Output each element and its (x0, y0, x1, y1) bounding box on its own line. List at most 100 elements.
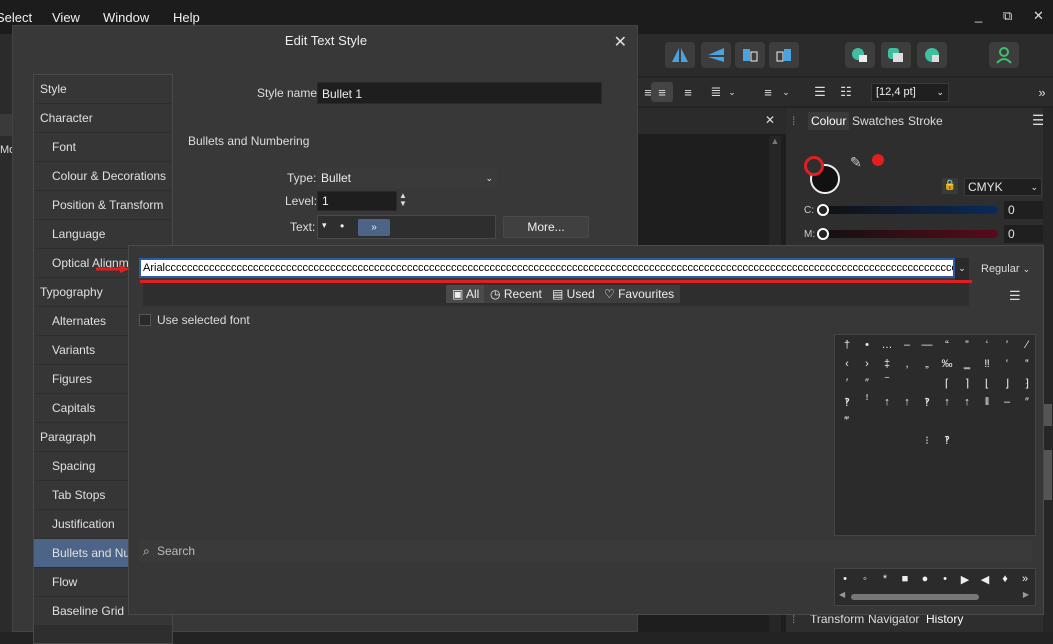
glyph-search-field[interactable]: ⌕ Search (139, 540, 1032, 562)
glyph-cell[interactable]: ⁆ (1017, 377, 1037, 390)
recent-glyph-cell[interactable]: • (935, 573, 955, 585)
glyph-cell[interactable]: “ (937, 339, 957, 351)
rotate-left-icon[interactable] (735, 42, 765, 68)
nav-item[interactable]: Character (34, 104, 172, 132)
glyph-cell[interactable]: † (837, 339, 857, 351)
menu-window[interactable]: Window (103, 10, 149, 25)
glyph-cell[interactable]: ‟ (1017, 358, 1037, 370)
restore-button[interactable]: ⧉ (1003, 8, 1012, 24)
stroke-swatch[interactable] (804, 156, 824, 176)
close-window-button[interactable]: ✕ (1033, 8, 1044, 24)
right-scrollbar[interactable] (1043, 108, 1053, 632)
glyph-cell[interactable]: … (877, 339, 897, 351)
glyph-cell[interactable]: ’ (997, 339, 1017, 351)
font-size-field[interactable]: [12,4 pt] ⌄ (871, 83, 949, 102)
glyph-cell[interactable]: ↑ (877, 396, 897, 408)
align-center-icon[interactable]: ≡ (651, 82, 673, 102)
slider-handle[interactable] (817, 228, 829, 240)
color-model-select[interactable]: CMYK ⌄ (964, 178, 1042, 196)
glyph-cell[interactable]: ″ (857, 377, 877, 389)
scroll-up-icon[interactable]: ▲ (769, 136, 781, 146)
font-name-input[interactable]: Arialccccccccccccccccccccccccccccccccccc… (139, 258, 955, 278)
glyph-cell[interactable]: , (897, 358, 917, 370)
glyph-cell[interactable]: ” (957, 339, 977, 351)
glyph-cell[interactable]: ⌈ (937, 377, 957, 390)
list-options-icon[interactable]: ☰ (1009, 288, 1021, 304)
glyph-cell[interactable]: „ (917, 358, 937, 370)
lock-icon[interactable]: 🔒 (942, 178, 958, 194)
flip-horizontal-icon[interactable] (665, 42, 695, 68)
glyph-cell[interactable]: ⌉ (957, 377, 977, 390)
glyph-cell[interactable]: ‛ (997, 358, 1017, 370)
more-button[interactable]: More... (503, 216, 589, 238)
glyph-cell[interactable]: ‴ (837, 415, 857, 427)
bullet-list-icon[interactable]: ☰ (809, 82, 831, 102)
channel-c-slider[interactable] (822, 206, 998, 214)
glyph-cell[interactable]: ‾ (877, 377, 897, 389)
eyedropper-icon[interactable]: ✎ (850, 154, 862, 171)
recent-glyph-cell[interactable]: ▶ (955, 573, 975, 586)
nav-item[interactable]: Colour & Decorations (34, 162, 172, 190)
nav-item[interactable]: Position & Transform (34, 191, 172, 219)
glyph-cell[interactable]: ‘ (977, 339, 997, 351)
filter-favourites[interactable]: ♡ Favourites (598, 285, 681, 303)
align-right-icon[interactable]: ≡ (677, 82, 699, 102)
boolean-add-icon[interactable] (845, 42, 875, 68)
scrollbar-thumb[interactable] (851, 594, 979, 600)
level-field[interactable]: 1 (317, 191, 397, 211)
slider-handle[interactable] (817, 204, 829, 216)
level-stepper[interactable]: ▲ ▼ (399, 192, 407, 208)
glyph-cell[interactable]: ‖ (977, 396, 997, 408)
recent-glyph-cell[interactable]: » (1015, 573, 1035, 585)
user-account-icon[interactable] (989, 42, 1019, 68)
scrollbar-thumb[interactable] (1044, 404, 1052, 426)
recent-glyph-cell[interactable]: ◦ (855, 573, 875, 585)
font-dropdown-chevron-icon[interactable]: ⌄ (955, 258, 969, 280)
glyph-cell[interactable]: ‽ (917, 396, 937, 409)
glyph-cell[interactable]: ′ (837, 377, 857, 389)
strip-scrollbar[interactable]: ◀ ▶ (839, 590, 1029, 601)
glyph-cell[interactable]: – (897, 339, 917, 351)
glyph-cell[interactable]: ⌋ (997, 377, 1017, 390)
tab-colour[interactable]: Colour (808, 112, 850, 130)
boolean-subtract-icon[interactable] (881, 42, 911, 68)
glyph-cell[interactable]: ↑ (897, 396, 917, 408)
glyph-cell[interactable]: ‒ (997, 396, 1017, 408)
flip-vertical-icon[interactable] (701, 42, 731, 68)
glyph-cell[interactable]: ↑ (957, 396, 977, 408)
nav-item[interactable]: Style (34, 75, 172, 103)
menu-view[interactable]: View (52, 10, 80, 25)
scroll-left-icon[interactable]: ◀ (839, 590, 845, 599)
glyph-cell[interactable]: ‹ (837, 358, 857, 370)
glyph-cell[interactable]: ‽ (837, 396, 857, 409)
close-icon[interactable]: ✕ (614, 32, 627, 52)
filter-all[interactable]: ▣ All (446, 285, 486, 303)
recent-glyph-cell[interactable]: • (835, 573, 855, 585)
minimize-button[interactable]: _ (975, 8, 982, 23)
nav-item[interactable]: Language (34, 220, 172, 248)
close-tab-icon[interactable]: ✕ (765, 113, 775, 127)
channel-m-slider[interactable] (822, 230, 998, 238)
justify-icon[interactable]: ≣ (705, 82, 727, 102)
rotate-right-icon[interactable] (769, 42, 799, 68)
type-select[interactable]: Bullet ⌄ (317, 168, 497, 188)
tool-button[interactable] (0, 114, 12, 136)
glyph-cell[interactable]: — (917, 339, 937, 351)
channel-c-value[interactable]: 0 (1004, 201, 1044, 219)
filter-recent[interactable]: ◷ Recent (484, 285, 548, 303)
style-name-field[interactable]: Bullet 1 (317, 82, 602, 104)
text-bullet-field[interactable]: ▾ • » (317, 215, 496, 239)
glyph-cell[interactable]: ⁄ (1017, 339, 1037, 351)
use-selected-font-checkbox[interactable] (139, 314, 151, 326)
glyph-cell[interactable]: ‡ (877, 358, 897, 370)
boolean-intersect-icon[interactable] (917, 42, 947, 68)
scrollbar-thumb[interactable] (1044, 450, 1052, 500)
recent-glyph-cell[interactable]: * (875, 573, 895, 585)
align-left-icon[interactable]: ≡ (757, 82, 779, 102)
glyph-cell[interactable]: ⁝ (917, 434, 937, 447)
nav-item[interactable]: Font (34, 133, 172, 161)
menu-help[interactable]: Help (173, 10, 200, 25)
numbered-list-icon[interactable]: ☷ (835, 82, 857, 102)
chevron-down-icon[interactable]: ⌄ (725, 82, 739, 102)
glyph-cell[interactable]: ꜝ (857, 396, 877, 408)
